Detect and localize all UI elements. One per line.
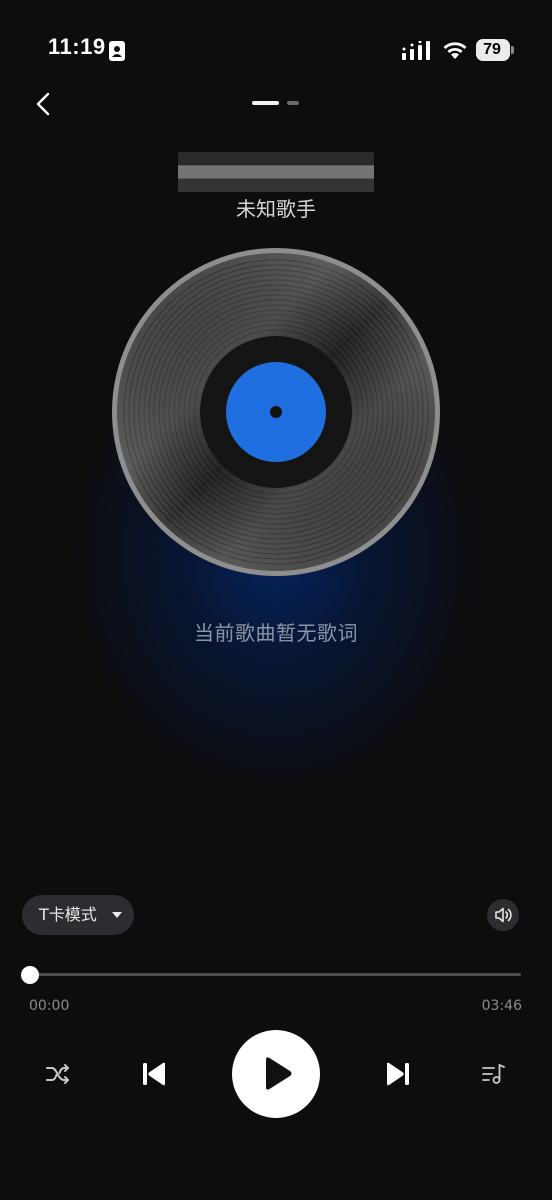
battery-indicator: 79	[476, 39, 510, 61]
music-player-screen: 11:19 79 未知歌手 当前歌曲暂无歌词 T卡模式 00:00 03:46	[0, 0, 552, 1200]
playlist-button[interactable]	[478, 1058, 510, 1090]
chevron-left-icon	[36, 92, 50, 116]
vinyl-spindle-hole	[270, 406, 282, 418]
artist-name: 未知歌手	[236, 197, 316, 221]
cellular-signal-icon	[402, 41, 430, 60]
battery-nub	[511, 46, 514, 54]
speaker-icon	[495, 907, 512, 923]
total-time: 03:46	[481, 998, 522, 1014]
source-mode-label: T卡模式	[39, 905, 97, 924]
shuffle-icon	[46, 1064, 69, 1084]
status-time: 11:19	[48, 34, 106, 59]
progress-track[interactable]	[30, 973, 521, 976]
no-lyrics-message: 当前歌曲暂无歌词	[194, 621, 358, 645]
playlist-icon	[482, 1063, 505, 1084]
caret-down-icon	[112, 912, 122, 918]
wifi-icon	[443, 42, 467, 59]
current-time: 00:00	[29, 998, 70, 1014]
skip-next-icon	[387, 1062, 409, 1086]
page-indicator[interactable]	[252, 101, 302, 106]
page-dot-active	[252, 101, 279, 105]
previous-track-button[interactable]	[136, 1056, 172, 1092]
page-dot-inactive	[287, 101, 299, 105]
shuffle-button[interactable]	[42, 1058, 74, 1090]
battery-level: 79	[483, 41, 501, 58]
skip-previous-icon	[143, 1062, 165, 1086]
volume-button[interactable]	[487, 899, 519, 931]
next-track-button[interactable]	[380, 1056, 416, 1092]
status-bar: 11:19 79	[0, 0, 552, 90]
vinyl-record	[112, 248, 440, 576]
play-button[interactable]	[232, 1030, 320, 1118]
song-title-obscured	[178, 152, 374, 192]
back-button[interactable]	[28, 88, 58, 120]
source-mode-dropdown[interactable]: T卡模式	[22, 895, 134, 935]
progress-thumb[interactable]	[21, 966, 39, 984]
contact-card-icon	[109, 41, 125, 61]
play-icon	[266, 1057, 292, 1090]
